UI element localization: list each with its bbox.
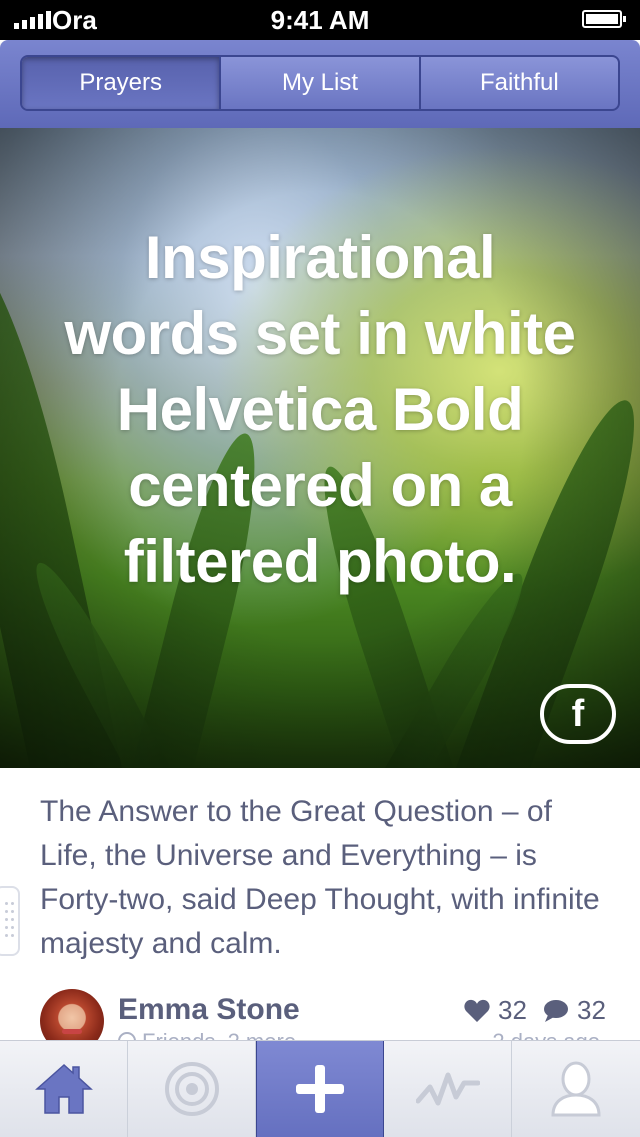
inspirational-quote: Inspirational words set in white Helveti… bbox=[64, 224, 576, 595]
comment-button[interactable]: 32 bbox=[543, 995, 606, 1026]
status-bar: Ora 9:41 AM bbox=[0, 0, 640, 40]
author-name[interactable]: Emma Stone bbox=[118, 993, 300, 1027]
tab-my-list[interactable]: My List bbox=[221, 57, 421, 109]
facebook-share-button[interactable]: f bbox=[540, 684, 616, 744]
activity-icon bbox=[415, 1072, 480, 1106]
segmented-control: Prayers My List Faithful bbox=[20, 55, 620, 111]
drag-handle[interactable] bbox=[0, 886, 20, 956]
bottom-tab-bar bbox=[0, 1040, 640, 1137]
tab-prayers[interactable]: Prayers bbox=[22, 57, 222, 109]
person-icon bbox=[551, 1061, 601, 1117]
facebook-icon: f bbox=[571, 692, 585, 735]
comment-icon bbox=[544, 999, 568, 1022]
navigation-header: Prayers My List Faithful bbox=[0, 40, 640, 128]
like-count: 32 bbox=[498, 995, 527, 1025]
tab-target[interactable] bbox=[128, 1041, 256, 1137]
tab-add[interactable] bbox=[256, 1041, 384, 1137]
like-button[interactable]: 32 bbox=[464, 995, 527, 1026]
hero-photo: Inspirational words set in white Helveti… bbox=[0, 128, 640, 768]
tab-activity[interactable] bbox=[384, 1041, 512, 1137]
target-icon bbox=[164, 1062, 219, 1116]
tab-home[interactable] bbox=[0, 1041, 128, 1137]
comment-count: 32 bbox=[577, 995, 606, 1025]
plus-icon bbox=[296, 1065, 344, 1113]
post-author-row: Emma Stone Friends, 2 more 32 32 2 days … bbox=[0, 985, 640, 1054]
battery-icon bbox=[582, 10, 626, 28]
tab-faithful[interactable]: Faithful bbox=[421, 57, 618, 109]
tab-profile[interactable] bbox=[512, 1041, 640, 1137]
clock: 9:41 AM bbox=[270, 5, 370, 35]
home-icon bbox=[34, 1063, 93, 1114]
heart-icon bbox=[464, 999, 490, 1022]
post-caption: The Answer to the Great Question – of Li… bbox=[40, 795, 600, 960]
